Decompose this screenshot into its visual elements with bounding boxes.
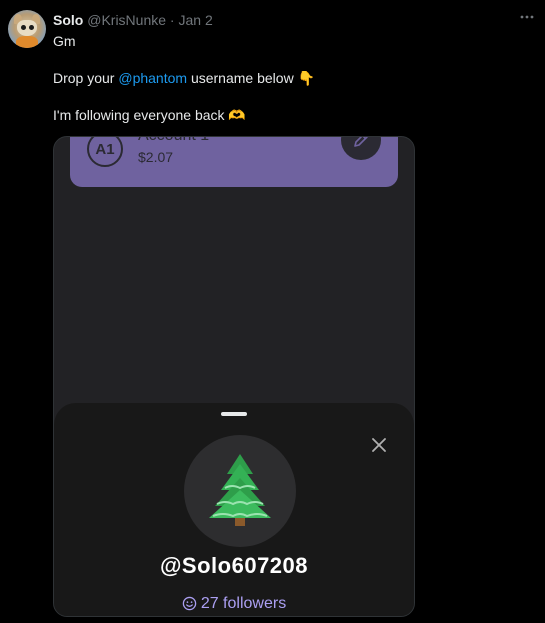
tweet-header: Solo @KrisNunke · Jan 2 [53, 11, 213, 29]
profile-username: @Solo607208 [159, 553, 309, 578]
more-horizontal-icon[interactable] [519, 9, 535, 28]
followers-row: 27 followers [54, 595, 414, 613]
avatar-body [16, 36, 38, 48]
tweet-text-line-1: Gm [53, 33, 76, 49]
tweet-text-line-3: I'm following everyone back 🫶 [53, 107, 246, 123]
account-balance: $2.07 [138, 149, 174, 165]
avatar-eye-left [21, 25, 26, 30]
account-name: Account 1 [138, 137, 209, 145]
tweet-text-prefix: Drop your [53, 70, 119, 86]
smiley-icon [182, 596, 197, 611]
avatar-face [17, 20, 37, 36]
tweet-media-image[interactable]: A1 Account 1 $2.07 [53, 136, 415, 617]
author-name[interactable]: Solo [53, 12, 83, 28]
pencil-icon [341, 137, 381, 160]
tweet-text-suffix: username below 👇 [187, 70, 315, 86]
tweet-date[interactable]: Jan 2 [178, 12, 212, 28]
account-card: A1 Account 1 $2.07 [70, 137, 398, 187]
close-icon [369, 435, 389, 455]
author-handle[interactable]: @KrisNunke [87, 12, 166, 28]
account-badge: A1 [87, 137, 123, 167]
followers-count: 27 followers [200, 595, 287, 612]
mention-link[interactable]: @phantom [118, 70, 187, 86]
tweet[interactable]: Solo @KrisNunke · Jan 2 Gm Drop your @ph… [0, 0, 545, 623]
profile-emoji-avatar: 🌲 [184, 435, 296, 547]
author-avatar[interactable] [8, 10, 46, 48]
sheet-drag-handle [221, 412, 247, 416]
header-separator: · [169, 12, 175, 28]
avatar-eye-right [29, 25, 34, 30]
tree-emoji-icon [209, 454, 271, 526]
profile-sheet: 🌲 @Solo607208 27 followers [54, 403, 414, 616]
tweet-text-line-2: Drop your @phantom username below 👇 [53, 69, 315, 87]
